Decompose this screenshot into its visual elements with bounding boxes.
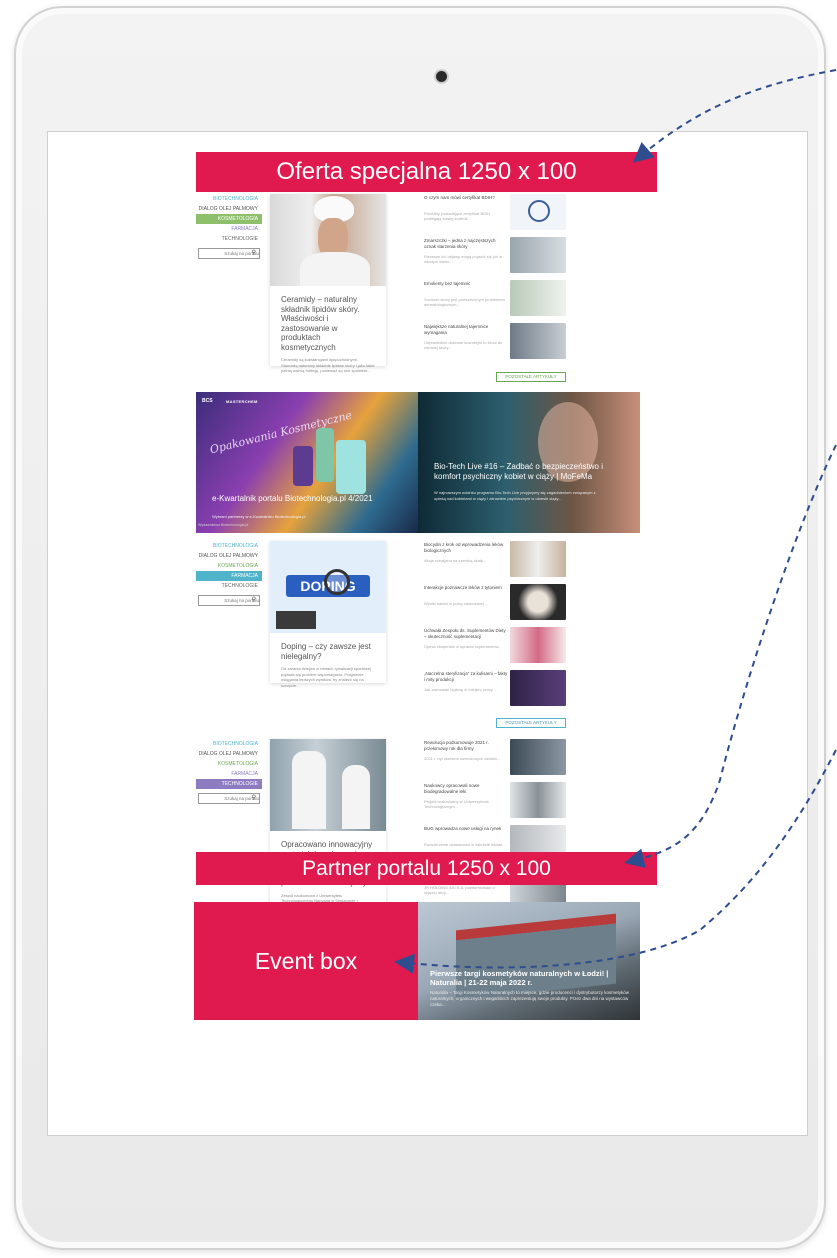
arrow-to-partner (624, 444, 837, 869)
arrow-to-event-box (394, 749, 837, 974)
arrow-to-special-offer (632, 69, 837, 163)
annotation-arrows (394, 69, 837, 974)
